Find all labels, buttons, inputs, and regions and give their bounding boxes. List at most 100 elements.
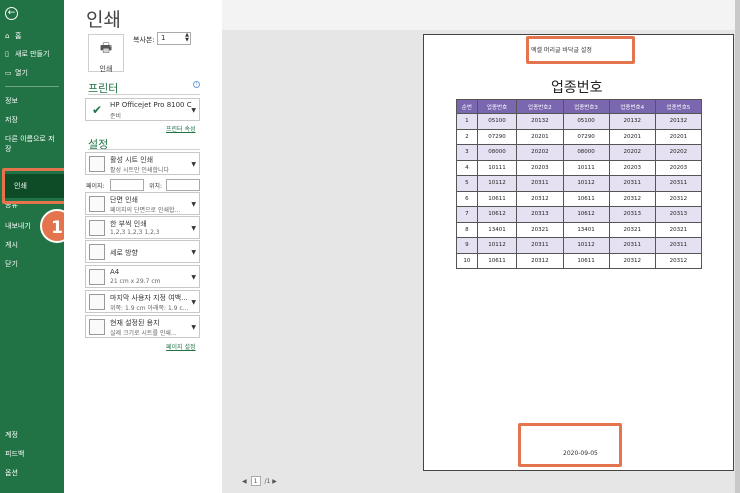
collate-desc: 1,2,3 1,2,3 1,2,3 [110, 229, 160, 236]
table-cell: 20312 [654, 252, 703, 269]
margins-dropdown[interactable]: 마지막 사용자 지정 여백... 위쪽: 1.9 cm 아래쪽: 1.9 c..… [85, 290, 200, 313]
sidebar-item-save[interactable]: 저장 [0, 115, 64, 125]
chevron-down-icon: ▼ [191, 201, 196, 208]
page-setup-link[interactable]: 페이지 설정 [166, 342, 196, 351]
print-button-label: 인쇄 [99, 65, 113, 73]
column-header: 순번 [456, 99, 478, 114]
pages-to-input[interactable] [166, 179, 200, 191]
sidebar-item-feedback[interactable]: 피드백 [0, 449, 64, 459]
table-row: 8 13401 20321 13401 20321 20321 [456, 221, 703, 238]
sidebar-item-home[interactable]: ⌂ 홈 [0, 31, 64, 41]
chevron-down-icon: ▼ [191, 161, 196, 168]
table-cell: 20132 [516, 113, 564, 130]
table-cell: 2 [456, 128, 478, 145]
info-icon[interactable]: i [193, 81, 200, 88]
pages-label: 페이지: [86, 183, 105, 190]
print-what-desc: 활성 시트만 인쇄합니다 [110, 167, 170, 174]
printer-separator [88, 94, 200, 95]
printer-status: 준비 [110, 113, 122, 120]
orientation-dropdown[interactable]: 세로 방향 ▼ [85, 240, 200, 263]
table-cell: 20203 [608, 159, 656, 176]
table-cell: 20312 [516, 252, 564, 269]
sheet-icon [89, 156, 105, 172]
table-cell: 20311 [516, 175, 564, 192]
table-row: 6 10611 20312 10611 20312 20312 [456, 190, 703, 207]
collate-label: 한 부씩 인쇄 [110, 220, 147, 228]
table-cell: 10611 [476, 190, 518, 207]
sides-dropdown[interactable]: 단면 인쇄 페이지의 단면으로 인쇄합... ▼ [85, 192, 200, 215]
print-what-dropdown[interactable]: 활성 시트 인쇄 활성 시트만 인쇄합니다 ▼ [85, 152, 200, 175]
previous-page-icon[interactable]: ◀ [242, 478, 247, 485]
sidebar-item-options[interactable]: 옵션 [0, 468, 64, 478]
scaling-desc: 실제 크기로 시트를 인쇄... [110, 330, 177, 337]
table-header-row: 순번 업종번호 업종번호2 업종번호3 업종번호4 업종번호5 [456, 99, 703, 114]
paper-size-dropdown[interactable]: A4 21 cm x 29.7 cm ▼ [85, 265, 200, 288]
table-cell: 20321 [608, 221, 656, 238]
collate-dropdown[interactable]: 한 부씩 인쇄 1,2,3 1,2,3 1,2,3 ▼ [85, 216, 200, 239]
next-page-icon[interactable]: ▶ [272, 478, 277, 485]
table-row: 7 10612 20313 10612 20313 20313 [456, 206, 703, 223]
printer-dropdown[interactable]: ✔ HP Officejet Pro 8100 Cla... 준비 ▼ [85, 98, 200, 121]
table-cell: 1 [456, 113, 478, 130]
footer-highlight-box [518, 423, 622, 467]
table-cell: 7 [456, 206, 478, 223]
one-sided-icon [89, 196, 105, 212]
home-icon: ⌂ [5, 32, 10, 40]
margins-desc: 위쪽: 1.9 cm 아래쪽: 1.9 c... [110, 305, 189, 312]
sidebar-item-close[interactable]: 닫기 [0, 259, 64, 269]
column-header: 업종번호2 [516, 99, 564, 114]
table-cell: 20311 [608, 237, 656, 254]
back-arrow-icon[interactable]: ← [5, 7, 18, 20]
copies-input[interactable]: 1 ▲ ▼ [157, 32, 191, 45]
table-cell: 20312 [516, 190, 564, 207]
sidebar-item-new[interactable]: ▯ 새로 만들기 [0, 49, 64, 59]
new-document-icon: ▯ [5, 50, 9, 58]
column-header: 업종번호3 [562, 99, 610, 114]
table-cell: 10611 [476, 252, 518, 269]
settings-separator [88, 149, 200, 150]
header-highlight-box [526, 36, 635, 64]
sidebar-divider [5, 86, 59, 87]
table-cell: 20313 [608, 206, 656, 223]
table-cell: 07290 [476, 128, 518, 145]
table-cell: 08000 [476, 144, 518, 161]
sidebar-item-account[interactable]: 계정 [0, 430, 64, 440]
scaling-dropdown[interactable]: 현재 설정된 용지 실제 크기로 시트를 인쇄... ▼ [85, 315, 200, 338]
chevron-down-icon: ▼ [191, 107, 196, 114]
chevron-down-icon: ▼ [191, 324, 196, 331]
sidebar-item-save-as[interactable]: 다른 이름으로 저장 [0, 134, 56, 154]
scaling-icon [89, 319, 105, 335]
table-cell: 20312 [608, 190, 656, 207]
backstage-sidebar: ← ⌂ 홈 ▯ 새로 만들기 ▭ 열기 정보 저장 다른 이름으로 저장 인쇄 공유 … [0, 0, 64, 493]
chevron-down-icon: ▼ [191, 299, 196, 306]
table-cell: 20201 [654, 128, 703, 145]
table-cell: 20132 [654, 113, 703, 130]
print-highlight-box [2, 168, 68, 204]
table-cell: 10611 [562, 190, 610, 207]
margins-icon [89, 294, 105, 310]
current-page-input[interactable]: 1 [250, 476, 261, 486]
table-cell: 3 [456, 144, 478, 161]
page-navigator: ◀ 1 /1 ▶ [242, 476, 277, 486]
table-cell: 08000 [562, 144, 610, 161]
printer-properties-link[interactable]: 프린터 속성 [166, 124, 196, 133]
collate-icon [89, 220, 105, 236]
sidebar-item-open[interactable]: ▭ 열기 [0, 68, 64, 78]
sidebar-item-info[interactable]: 정보 [0, 96, 64, 106]
table-cell: 10612 [562, 206, 610, 223]
print-what-label: 활성 시트 인쇄 [110, 156, 154, 164]
table-cell: 20132 [608, 113, 656, 130]
copies-spinner[interactable]: ▲ ▼ [185, 33, 189, 43]
table-row: 1 05100 20132 05100 20132 20132 [456, 113, 703, 130]
table-cell: 5 [456, 175, 478, 192]
copies-label: 복사본: [133, 36, 155, 44]
table-cell: 4 [456, 159, 478, 176]
table-row: 2 07290 20201 07290 20201 20201 [456, 128, 703, 145]
preview-top-band [222, 0, 740, 30]
paper-size-label: A4 [110, 268, 120, 276]
print-button[interactable]: 🖶 인쇄 [88, 34, 124, 73]
pages-from-input[interactable] [110, 179, 144, 191]
table-row: 3 08000 20202 08000 20202 20202 [456, 144, 703, 161]
data-table: 순번 업종번호 업종번호2 업종번호3 업종번호4 업종번호5 1 05100 20… [456, 99, 703, 269]
printer-icon: 🖶 [99, 41, 113, 56]
